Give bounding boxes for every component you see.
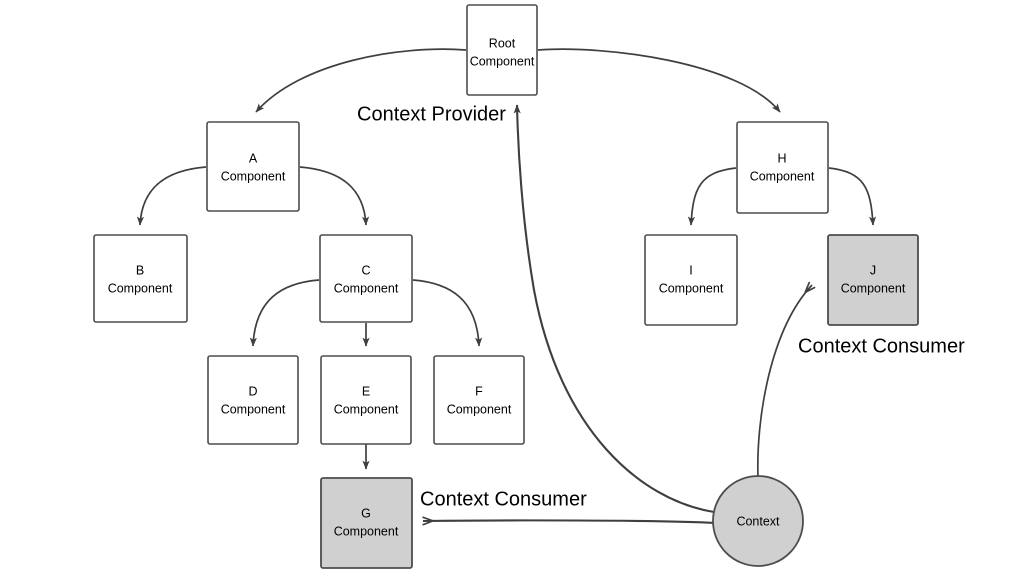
node-root-label-line1: Root — [489, 36, 516, 50]
node-a-box[interactable] — [206, 121, 300, 212]
context-label: Context — [736, 514, 780, 528]
node-c-box[interactable] — [319, 234, 413, 323]
annotation-context-provider: Context Provider — [357, 103, 506, 125]
node-c-label-line1: C — [361, 263, 370, 277]
node-a-label-line1: A — [249, 151, 258, 165]
edge-context-to-g — [423, 520, 717, 523]
node-h-label-line2: Component — [750, 169, 815, 183]
node-b-label-line1: B — [136, 263, 144, 277]
node-j-box[interactable] — [827, 234, 919, 326]
edge-layer — [136, 48, 877, 523]
node-i-box[interactable] — [644, 234, 738, 326]
node-i-label-line1: I — [689, 263, 692, 277]
node-f-label-line2: Component — [447, 402, 512, 416]
node-d-label-line2: Component — [221, 402, 286, 416]
node-layer: Root Component A Component B Component C… — [93, 4, 919, 569]
node-g-label-line1: G — [361, 506, 371, 520]
node-j-label-line2: Component — [841, 281, 906, 295]
node-d-component[interactable]: D Component — [207, 355, 299, 445]
node-i-component[interactable]: I Component — [644, 234, 738, 326]
node-c-label-line2: Component — [334, 281, 399, 295]
node-context[interactable]: Context — [712, 475, 804, 567]
edge-c-to-f — [412, 279, 483, 347]
component-tree-diagram: Root Component A Component B Component C… — [93, 4, 965, 569]
edge-c-to-d — [249, 279, 320, 347]
node-b-box[interactable] — [93, 234, 188, 323]
edge-root-to-h — [537, 48, 781, 113]
edge-context-to-j — [756, 285, 812, 478]
node-g-box[interactable] — [320, 477, 413, 569]
node-j-component[interactable]: J Component — [827, 234, 919, 326]
node-e-box[interactable] — [320, 355, 412, 445]
diagram-canvas: Root Component A Component B Component C… — [0, 0, 1024, 582]
node-a-component[interactable]: A Component — [206, 121, 300, 212]
annotation-context-consumer-j: Context Consumer — [798, 335, 965, 357]
node-root-component[interactable]: Root Component — [466, 4, 538, 96]
node-root-label-line2: Component — [470, 54, 535, 68]
edge-h-to-j — [828, 167, 877, 226]
node-i-label-line2: Component — [659, 281, 724, 295]
node-b-component[interactable]: B Component — [93, 234, 188, 323]
node-f-component[interactable]: F Component — [433, 355, 525, 445]
edge-a-to-b — [136, 166, 207, 226]
node-j-label-line1: J — [870, 263, 876, 277]
node-c-component[interactable]: C Component — [319, 234, 413, 323]
edge-a-to-c — [299, 166, 370, 226]
edge-h-to-i — [687, 167, 737, 226]
node-f-box[interactable] — [433, 355, 525, 445]
node-h-box[interactable] — [736, 121, 829, 214]
node-d-box[interactable] — [207, 355, 299, 445]
node-b-label-line2: Component — [108, 281, 173, 295]
node-d-label-line1: D — [248, 384, 257, 398]
node-g-component[interactable]: G Component — [320, 477, 413, 569]
annotation-context-consumer-g: Context Consumer — [420, 488, 587, 510]
node-e-component[interactable]: E Component — [320, 355, 412, 445]
node-a-label-line2: Component — [221, 169, 286, 183]
node-e-label-line2: Component — [334, 402, 399, 416]
node-h-label-line1: H — [777, 151, 786, 165]
node-e-label-line1: E — [362, 384, 370, 398]
node-f-label-line1: F — [475, 384, 483, 398]
node-g-label-line2: Component — [334, 524, 399, 538]
node-h-component[interactable]: H Component — [736, 121, 829, 214]
